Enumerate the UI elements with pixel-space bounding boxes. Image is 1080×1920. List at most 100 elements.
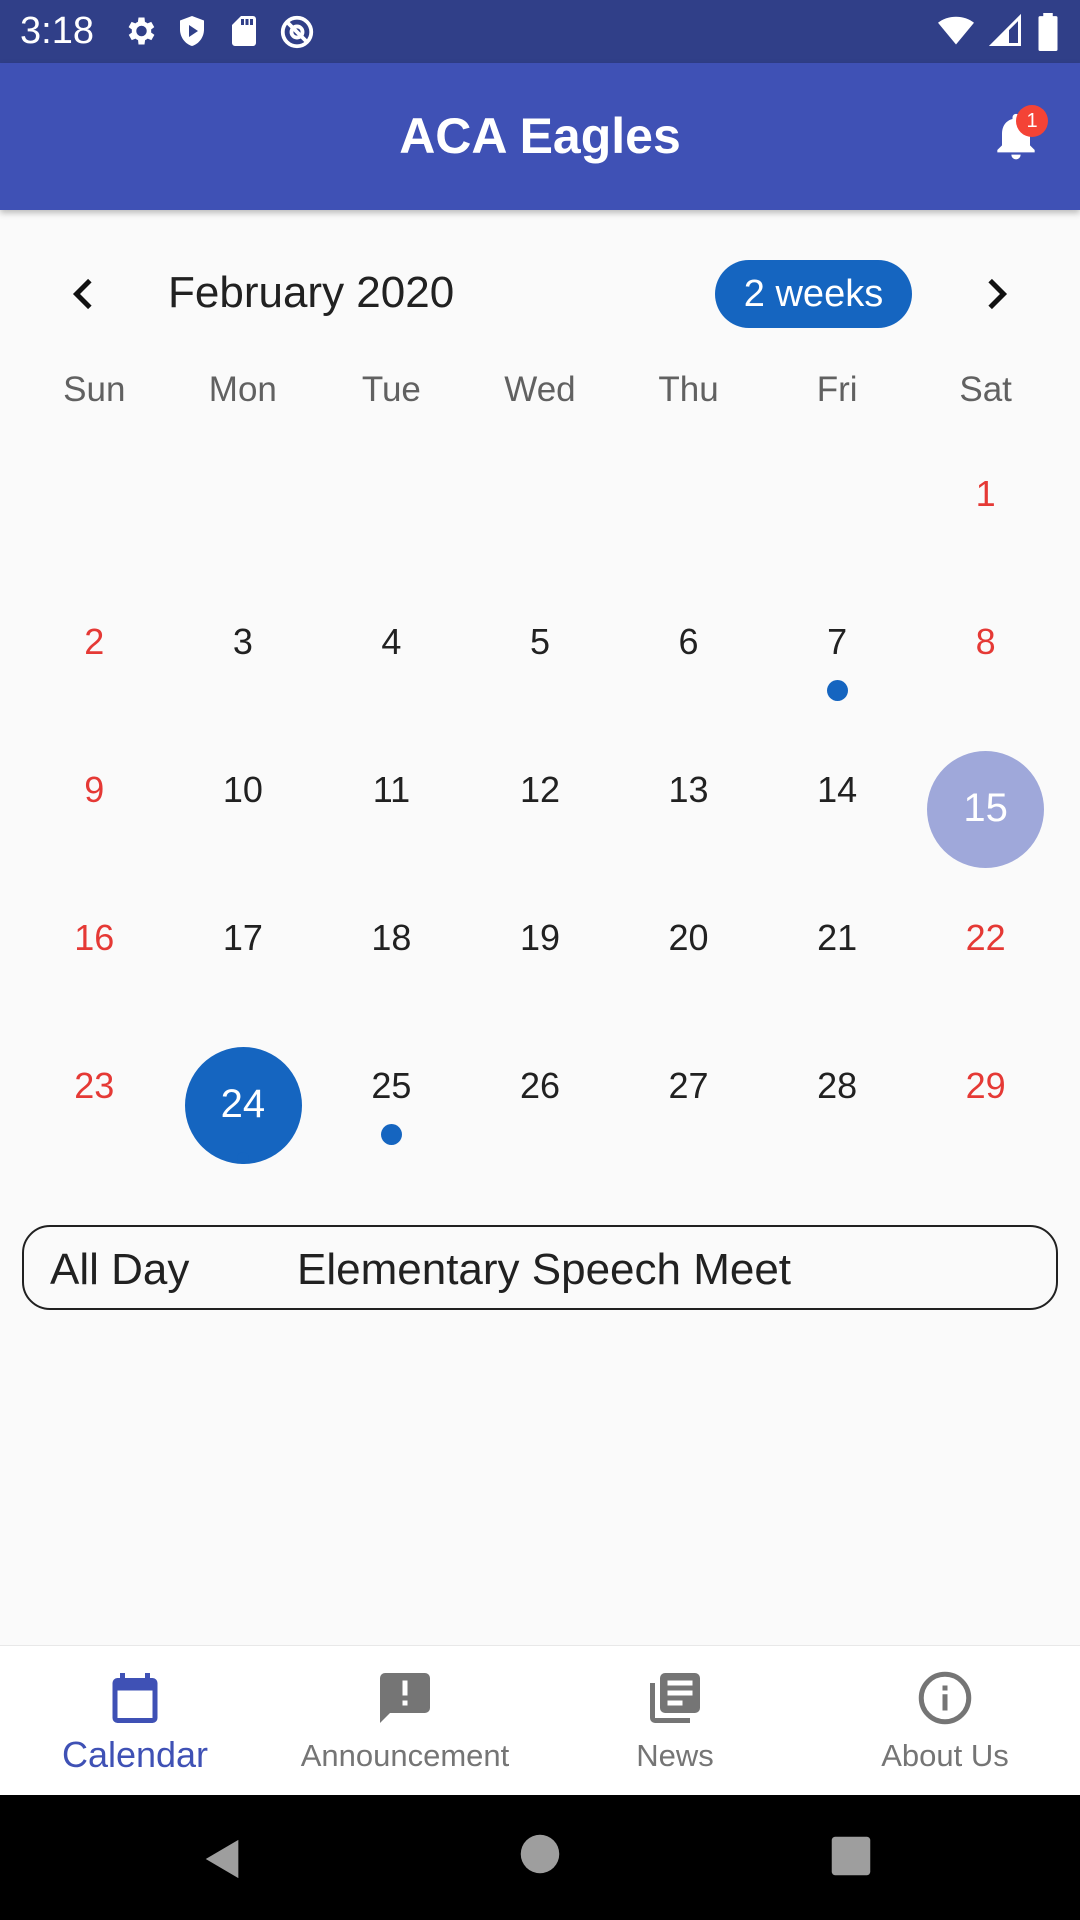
home-icon[interactable]: [519, 1833, 561, 1880]
day-cell[interactable]: 6: [614, 568, 763, 716]
day-number: 9: [84, 769, 105, 810]
empty-day-cell: [20, 420, 169, 568]
day-cell[interactable]: 18: [317, 864, 466, 1012]
sd-card-icon: [226, 13, 262, 51]
nav-label: About Us: [881, 1738, 1009, 1773]
info-icon: [918, 1671, 972, 1725]
back-icon[interactable]: [200, 1835, 246, 1888]
at-sign-icon: [278, 13, 316, 51]
day-number: 13: [668, 769, 709, 810]
empty-day-cell: [169, 420, 318, 568]
day-cell[interactable]: 19: [466, 864, 615, 1012]
day-number: 22: [965, 917, 1006, 958]
day-number: 27: [668, 1065, 709, 1106]
status-icons-right: [936, 13, 1060, 51]
settings-icon: [122, 13, 158, 51]
chevron-left-icon: [72, 278, 92, 310]
day-number: 5: [529, 621, 550, 662]
shield-play-icon: [174, 13, 210, 51]
day-cell[interactable]: 5: [466, 568, 615, 716]
day-cell[interactable]: 1: [911, 420, 1060, 568]
weekday-label: Tue: [361, 370, 421, 409]
day-cell[interactable]: 9: [20, 716, 169, 864]
chevron-right-icon: [988, 278, 1008, 310]
day-number: 23: [74, 1065, 115, 1106]
weekday-label: Sun: [63, 370, 126, 409]
wifi-icon: [936, 13, 976, 51]
day-number: 20: [668, 917, 709, 958]
nav-item-news[interactable]: News: [540, 1646, 810, 1796]
day-cell[interactable]: 11: [317, 716, 466, 864]
week-row: 1: [20, 420, 1060, 568]
day-number: 4: [381, 621, 402, 662]
day-cell[interactable]: 15: [911, 716, 1060, 868]
day-number: 15: [963, 786, 1008, 830]
day-number: 29: [965, 1065, 1006, 1106]
weekday-label: Fri: [816, 370, 858, 409]
next-month-button[interactable]: [976, 272, 1016, 316]
day-cell[interactable]: 26: [466, 1012, 615, 1160]
day-cell[interactable]: 4: [317, 568, 466, 716]
empty-day-cell: [763, 420, 912, 568]
day-number: 8: [975, 621, 996, 662]
day-number: 12: [519, 769, 560, 810]
announcement-icon: [380, 1673, 430, 1723]
weekday-header: Sun Mon Tue Wed Thu Fri Sat: [20, 370, 1060, 410]
day-number: 10: [222, 769, 263, 810]
day-cell[interactable]: 28: [763, 1012, 912, 1160]
event-marker-dot: [826, 680, 848, 701]
day-cell[interactable]: 25: [317, 1012, 466, 1160]
day-cell[interactable]: 17: [169, 864, 318, 1012]
bottom-navigation: Calendar Announcement News About Us: [0, 1645, 1080, 1795]
nav-item-about-us[interactable]: About Us: [810, 1646, 1080, 1796]
day-cell[interactable]: 14: [763, 716, 912, 864]
nav-item-announcement[interactable]: Announcement: [270, 1646, 540, 1796]
day-number: 11: [372, 769, 411, 810]
event-title: Elementary Speech Meet: [297, 1245, 792, 1294]
day-number: 17: [222, 917, 263, 958]
weekday-label: Wed: [504, 370, 576, 409]
week-row: 9 10 11 12 13 14 15: [20, 716, 1060, 868]
day-cell[interactable]: 2: [20, 568, 169, 716]
app-bar: ACA Eagles 1: [0, 63, 1080, 210]
day-cell[interactable]: 16: [20, 864, 169, 1012]
nav-item-calendar[interactable]: Calendar: [0, 1646, 270, 1796]
day-cell[interactable]: 13: [614, 716, 763, 864]
day-number: 3: [232, 621, 253, 662]
format-toggle-button[interactable]: 2 weeks: [715, 260, 912, 328]
event-marker-dot: [236, 1152, 249, 1164]
day-number: 14: [817, 769, 858, 810]
event-marker-dot: [381, 1124, 403, 1145]
day-number: 21: [817, 917, 858, 958]
day-cell[interactable]: 23: [20, 1012, 169, 1160]
day-cell[interactable]: 20: [614, 864, 763, 1012]
day-cell[interactable]: 21: [763, 864, 912, 1012]
previous-month-button[interactable]: [64, 272, 104, 316]
day-cell[interactable]: 7: [763, 568, 912, 716]
day-cell[interactable]: 8: [911, 568, 1060, 716]
empty-day-cell: [466, 420, 615, 568]
event-item[interactable]: All Day Elementary Speech Meet: [22, 1225, 1058, 1310]
day-cell[interactable]: 22: [911, 864, 1060, 1012]
recent-apps-icon[interactable]: [830, 1835, 872, 1882]
day-cell[interactable]: 12: [466, 716, 615, 864]
app-title: ACA Eagles: [399, 108, 681, 164]
news-icon: [650, 1673, 700, 1723]
empty-day-cell: [614, 420, 763, 568]
day-number: 19: [519, 917, 560, 958]
day-number: 7: [827, 621, 848, 662]
empty-day-cell: [317, 420, 466, 568]
calendar-grid: 1 2 3 4 5 6 7 8 9 10 11 12 13 14 15 16 17 18 19 20 21 22 23 24 2…: [20, 420, 1060, 1164]
day-cell[interactable]: 3: [169, 568, 318, 716]
nav-label: News: [636, 1738, 714, 1773]
day-cell[interactable]: 24: [169, 1012, 318, 1164]
weekday-label: Mon: [208, 370, 277, 409]
week-row: 2 3 4 5 6 7 8: [20, 568, 1060, 716]
status-icons-left: [122, 13, 316, 51]
day-cell[interactable]: 29: [911, 1012, 1060, 1160]
day-number: 24: [220, 1082, 266, 1126]
day-cell[interactable]: 27: [614, 1012, 763, 1160]
week-row: 16 17 18 19 20 21 22: [20, 864, 1060, 1012]
signal-icon: [988, 13, 1024, 51]
day-cell[interactable]: 10: [169, 716, 318, 864]
